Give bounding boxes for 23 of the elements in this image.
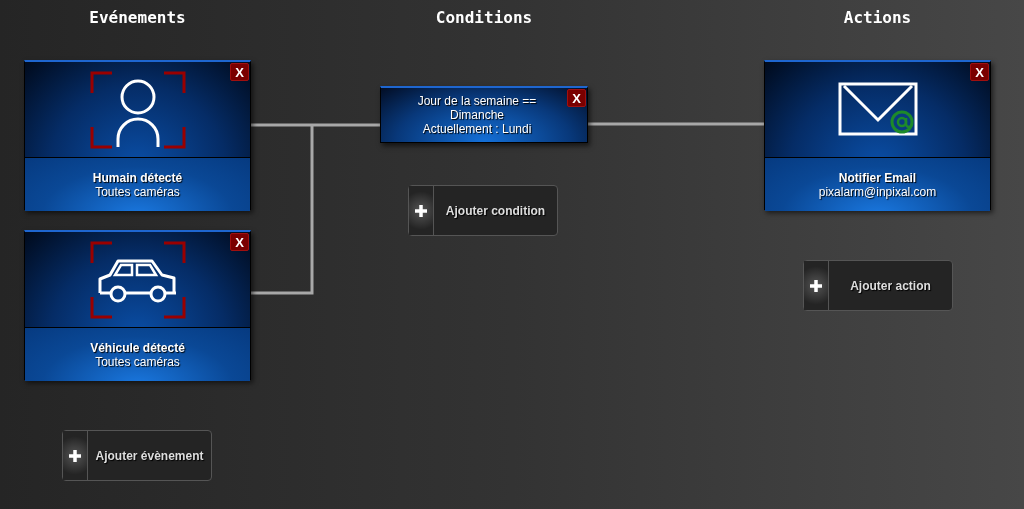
car-icon: [89, 240, 186, 319]
email-icon: [837, 81, 918, 138]
close-button[interactable]: X: [970, 63, 989, 81]
card-title: Véhicule détecté: [90, 340, 185, 355]
close-button[interactable]: X: [230, 63, 249, 81]
close-button[interactable]: X: [567, 89, 586, 107]
column-heading: Actions: [842, 7, 913, 29]
card-title: Notifier Email: [838, 170, 917, 185]
add-button[interactable]: Ajouter condition: [408, 185, 558, 236]
card-subtitle: pixalarm@inpixal.com: [818, 184, 937, 199]
condition-text: Jour de la semaine == Dimanche Actuellement : Lundi: [417, 94, 537, 136]
add-button[interactable]: Ajouter action: [803, 260, 953, 311]
plus-icon: [68, 448, 82, 463]
plus-icon: [414, 203, 428, 218]
column-heading: Evénements: [88, 7, 187, 29]
card-subtitle: Toutes caméras: [95, 184, 180, 199]
person-icon: [89, 70, 186, 149]
column-heading: Conditions: [434, 7, 534, 29]
card-title: Humain détecté: [92, 170, 183, 185]
add-button[interactable]: Ajouter évènement: [62, 430, 212, 481]
plus-icon: [809, 278, 823, 293]
card-subtitle: Toutes caméras: [95, 354, 180, 369]
close-button[interactable]: X: [230, 233, 249, 251]
